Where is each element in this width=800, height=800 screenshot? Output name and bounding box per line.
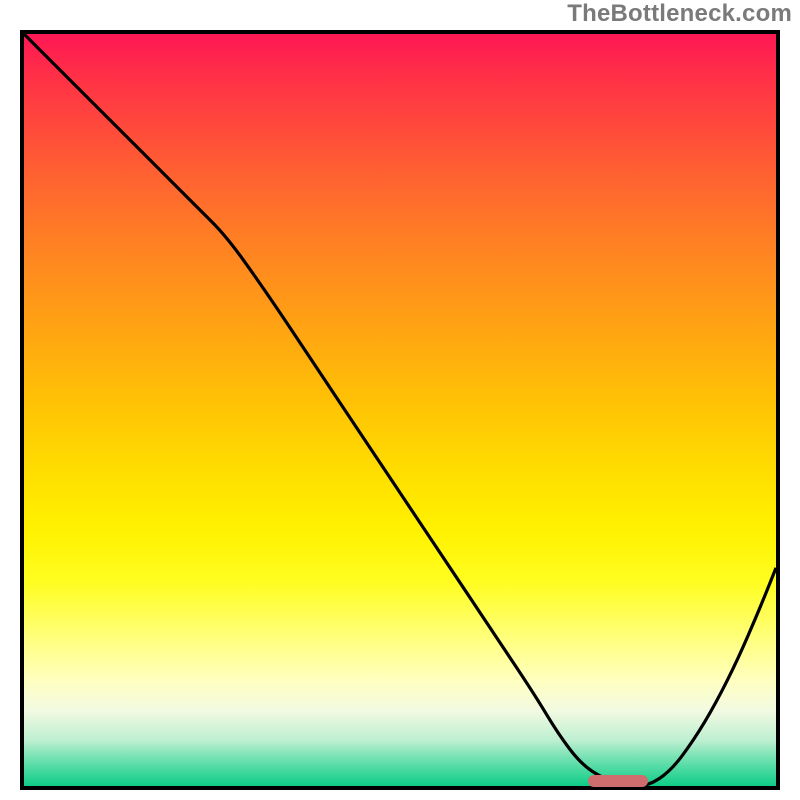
plot-area (20, 30, 780, 790)
highlight-marker (588, 775, 648, 787)
curve-svg (24, 34, 776, 786)
watermark-text: TheBottleneck.com (567, 0, 792, 28)
chart-stage: { "watermark": "TheBottleneck.com", "cha… (0, 0, 800, 800)
bottleneck-curve (24, 34, 776, 786)
